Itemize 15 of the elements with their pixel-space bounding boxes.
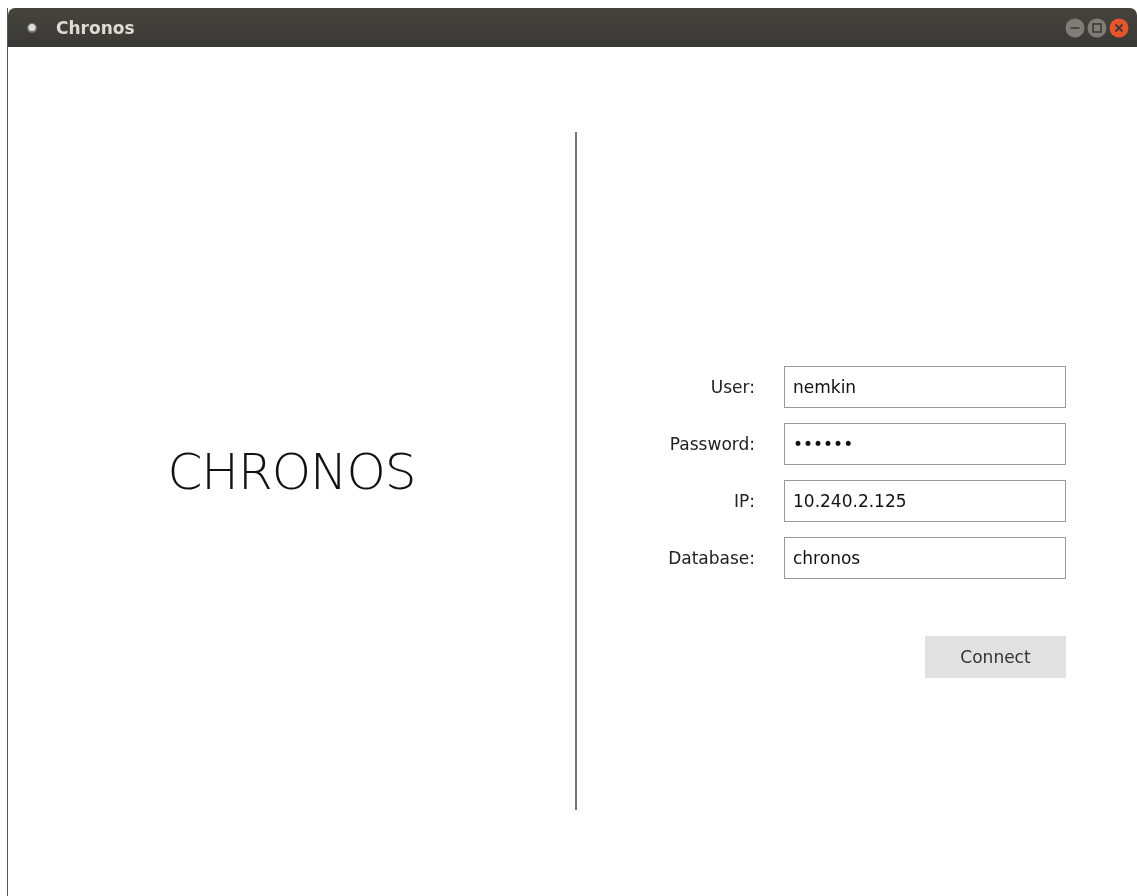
input-field[interactable]: nemkin bbox=[784, 366, 1066, 408]
minimize-icon[interactable] bbox=[1065, 17, 1085, 38]
field-label: User: bbox=[709, 377, 755, 397]
window-title: Chronos bbox=[56, 17, 136, 38]
close-icon[interactable] bbox=[1109, 17, 1129, 38]
field-label: Password: bbox=[668, 434, 755, 454]
app-logo-text: CHRONOS bbox=[167, 442, 416, 501]
input-field[interactable]: chronos bbox=[784, 537, 1066, 579]
maximize-icon[interactable] bbox=[1087, 17, 1107, 38]
app-icon bbox=[26, 21, 38, 34]
field-label: Database: bbox=[667, 548, 755, 568]
field-label: IP: bbox=[733, 491, 755, 511]
input-field[interactable]: •••••• bbox=[784, 423, 1066, 465]
input-field[interactable]: 10.240.2.125 bbox=[784, 480, 1066, 522]
connect-button[interactable]: Connect bbox=[925, 636, 1066, 678]
